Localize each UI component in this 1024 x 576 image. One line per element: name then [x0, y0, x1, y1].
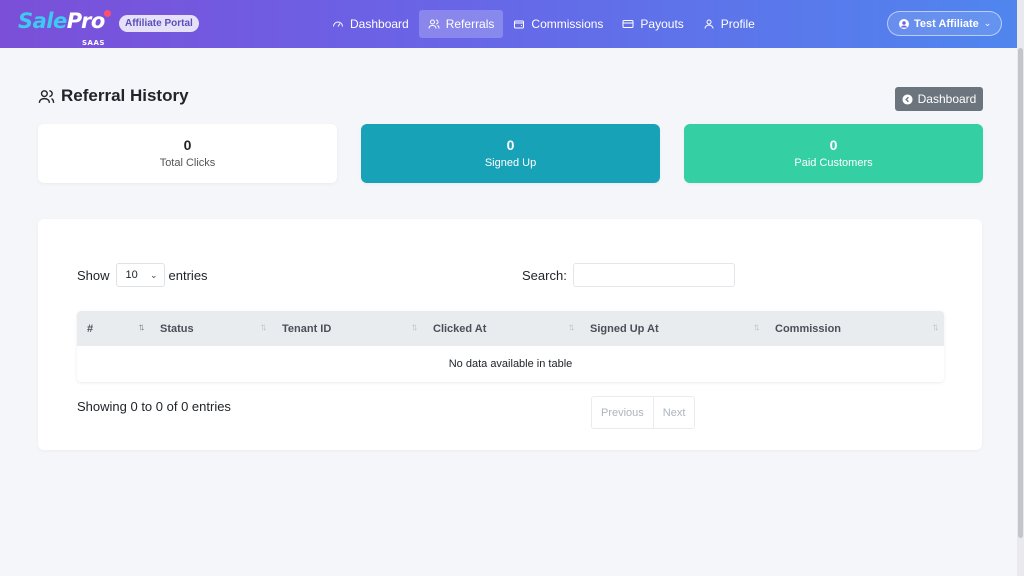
search-label: Search: — [522, 267, 567, 283]
sort-icon: ↑↓ — [753, 322, 760, 333]
page-scrollbar[interactable] — [1017, 0, 1024, 576]
pagination: Previous Next — [591, 396, 696, 429]
speedometer-icon — [333, 21, 343, 27]
chevron-down-icon: ⌄ — [149, 269, 158, 280]
table-header-row: # ↑↓ Status ↑↓ Tenant ID ↑↓ Clicked At ↑↓ Si… — [77, 311, 944, 346]
column-header-label: Commission — [775, 322, 842, 335]
previous-page-button[interactable]: Previous — [592, 397, 653, 428]
column-header-label: Clicked At — [433, 322, 487, 335]
brand-saas-text: SAAS — [82, 39, 105, 47]
sort-icon: ↑↓ — [138, 322, 145, 333]
column-header-label: Signed Up At — [590, 322, 659, 335]
column-header-clicked-at[interactable]: Clicked At ↑↓ — [423, 311, 580, 346]
nav-item-commissions[interactable]: Commissions — [504, 10, 612, 38]
column-header-label: Tenant ID — [282, 322, 332, 335]
stat-card-signed-up: 0 Signed Up — [361, 124, 660, 183]
page-title-text: Referral History — [61, 86, 189, 105]
table-row: No data available in table — [77, 346, 944, 382]
column-header-number[interactable]: # ↑↓ — [77, 311, 150, 346]
search-input[interactable] — [572, 263, 735, 287]
sort-icon: ↑↓ — [932, 322, 939, 333]
page-length-control: Show 10 ⌄ entries — [77, 263, 208, 287]
column-header-status[interactable]: Status ↑↓ — [150, 311, 272, 346]
back-to-dashboard-button[interactable]: Dashboard — [895, 87, 983, 111]
table-search-control: Search: — [522, 263, 735, 287]
page-length-value: 10 — [125, 269, 138, 281]
entries-label: entries — [168, 267, 208, 283]
stat-label: Paid Customers — [794, 157, 873, 169]
users-icon — [428, 19, 440, 29]
stat-label: Signed Up — [484, 157, 537, 169]
chevron-down-icon: ⌄ — [983, 18, 992, 28]
brand-sale-text: Sale — [18, 9, 67, 33]
stat-label: Total Clicks — [159, 157, 216, 169]
nav-item-label: Referrals — [445, 17, 495, 31]
scrollbar-thumb[interactable] — [1018, 48, 1023, 538]
nav-item-label: Payouts — [640, 17, 684, 31]
sort-icon: ↑↓ — [411, 322, 418, 333]
stat-value: 0 — [506, 137, 515, 153]
show-label: Show — [77, 267, 110, 283]
nav-item-profile[interactable]: Profile — [694, 10, 764, 38]
main-nav: Dashboard Referrals Commissions Payouts … — [323, 10, 765, 38]
users-icon — [38, 89, 55, 103]
wallet-icon — [514, 20, 525, 29]
nav-item-label: Dashboard — [350, 17, 409, 31]
arrow-left-icon — [902, 93, 913, 105]
referrals-table-card: Show 10 ⌄ entries Search: # ↑↓ Status ↑↓ T… — [38, 219, 982, 450]
referrals-table: # ↑↓ Status ↑↓ Tenant ID ↑↓ Clicked At ↑↓ Si… — [77, 311, 944, 382]
back-button-label: Dashboard — [917, 92, 977, 106]
column-header-commission[interactable]: Commission ↑↓ — [765, 311, 944, 346]
user-icon — [704, 19, 714, 29]
nav-item-label: Commissions — [531, 17, 604, 31]
nav-item-label: Profile — [720, 17, 755, 31]
affiliate-portal-badge: Affiliate Portal — [119, 15, 199, 32]
column-header-signed-up-at[interactable]: Signed Up At ↑↓ — [580, 311, 765, 346]
page-title: Referral History — [38, 86, 189, 106]
brand-logo[interactable]: SalePro SAAS — [18, 6, 111, 47]
user-menu-button[interactable]: Test Affiliate ⌄ — [887, 11, 1002, 36]
stat-value: 0 — [183, 137, 192, 153]
top-navbar: SalePro SAAS Affiliate Portal Dashboard … — [0, 0, 1024, 48]
user-circle-icon — [899, 18, 909, 29]
credit-card-icon — [622, 20, 634, 28]
user-name: Test Affiliate — [914, 17, 979, 30]
brand-wordmark: SalePro SAAS — [18, 6, 111, 47]
page-length-select[interactable]: 10 ⌄ — [115, 263, 165, 287]
nav-item-dashboard[interactable]: Dashboard — [323, 10, 418, 38]
stat-card-total-clicks: 0 Total Clicks — [38, 124, 337, 183]
table-info: Showing 0 to 0 of 0 entries — [77, 399, 231, 414]
nav-item-referrals[interactable]: Referrals — [418, 10, 504, 38]
sort-icon: ↑↓ — [260, 322, 267, 333]
nav-item-payouts[interactable]: Payouts — [613, 10, 692, 38]
column-header-label: # — [87, 322, 94, 335]
sort-icon: ↑↓ — [568, 322, 575, 333]
column-header-tenant-id[interactable]: Tenant ID ↑↓ — [272, 311, 423, 346]
column-header-label: Status — [160, 322, 194, 335]
stat-card-paid-customers: 0 Paid Customers — [684, 124, 983, 183]
stat-value: 0 — [829, 137, 838, 153]
next-page-button[interactable]: Next — [652, 397, 695, 428]
brand-dot — [103, 10, 111, 17]
empty-table-message: No data available in table — [77, 346, 944, 382]
